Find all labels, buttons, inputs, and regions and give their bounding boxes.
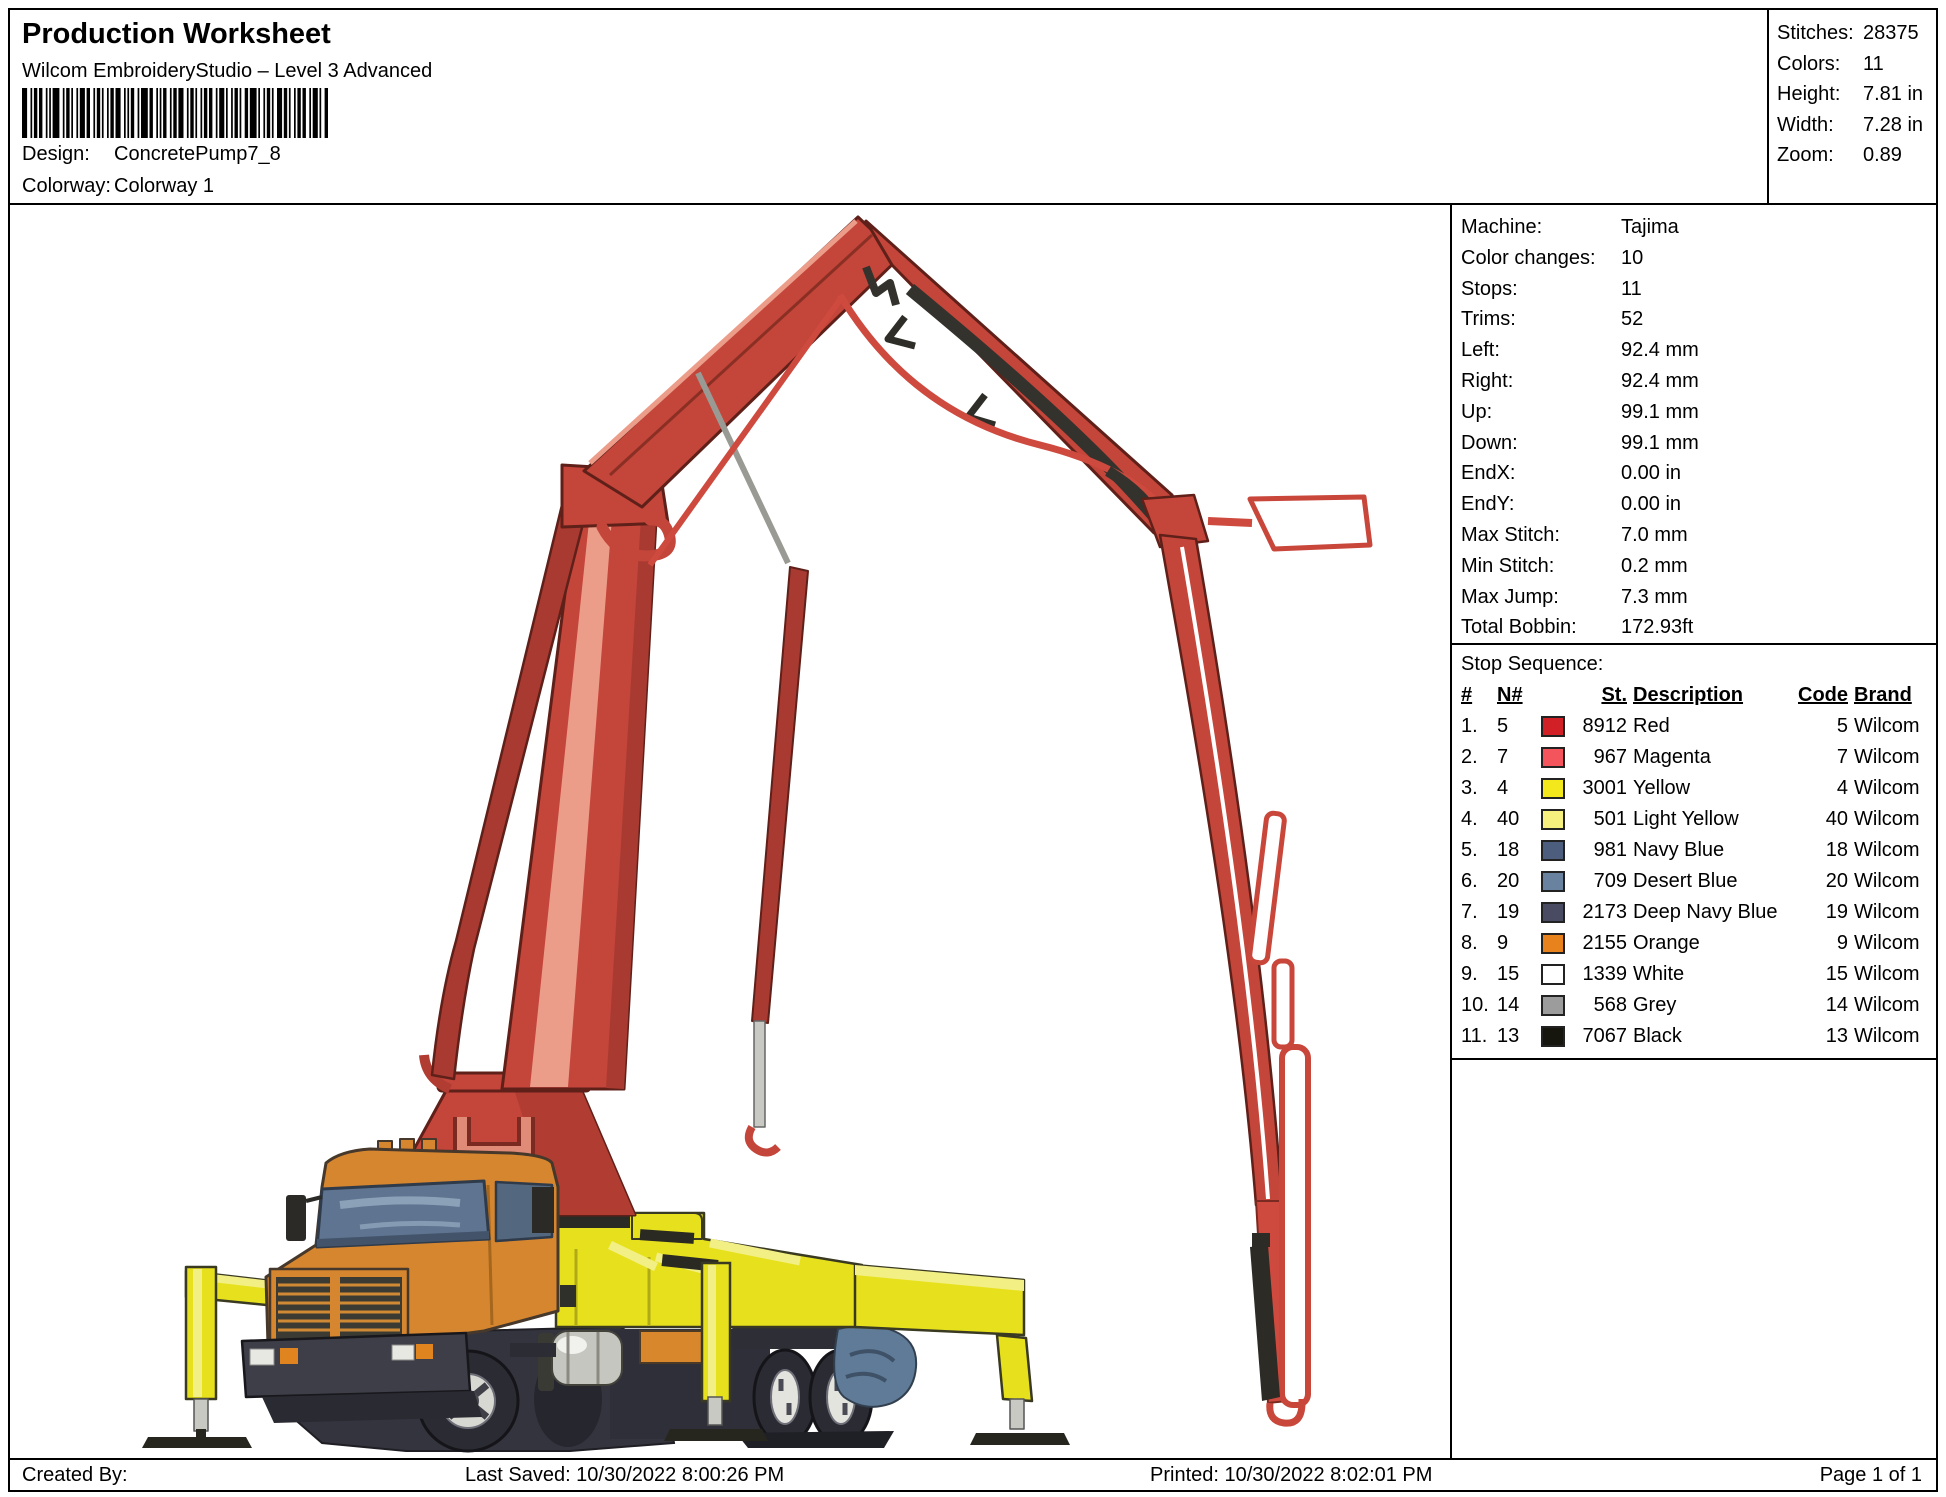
thread-color-swatch <box>1541 1026 1565 1047</box>
design-label: Design: <box>22 143 114 166</box>
stat-row: Width:7.28 in <box>1777 110 1936 141</box>
design-canvas <box>10 205 1450 1458</box>
segment2-cylinder <box>752 567 808 1023</box>
col-header-description: Description <box>1633 680 1796 711</box>
col-header-st: St. <box>1575 680 1633 711</box>
main-area: Machine:Tajima Color changes:10 Stops:11… <box>10 205 1936 1460</box>
orange-side-box <box>640 1331 702 1363</box>
machine-row: EndY:0.00 in <box>1461 489 1936 520</box>
design-stats: Stitches:28375 Colors:11 Height:7.81 in … <box>1767 10 1936 203</box>
thread-color-swatch <box>1541 995 1565 1016</box>
knuckle-bracket <box>1250 497 1370 549</box>
colorway-value: Colorway 1 <box>114 175 214 197</box>
machine-row: Trims:52 <box>1461 304 1936 335</box>
machine-row: Up:99.1 mm <box>1461 397 1936 428</box>
side-mirror <box>286 1195 306 1241</box>
machine-row: Right:92.4 mm <box>1461 366 1936 397</box>
stat-row: Colors:11 <box>1777 49 1936 80</box>
thread-color-swatch <box>1541 778 1565 799</box>
machine-row: Stops:11 <box>1461 274 1936 305</box>
boom-segment-1 <box>432 465 670 1089</box>
stop-sequence-table: # N# St. Description Code Brand 1.58912R… <box>1461 680 1930 1052</box>
stat-row: Height:7.81 in <box>1777 79 1936 110</box>
stop-sequence-title: Stop Sequence: <box>1461 649 1930 680</box>
thread-color-swatch <box>1541 716 1565 737</box>
created-by-label: Created By: <box>22 1460 128 1491</box>
stop-row-num: 7. <box>1461 897 1497 928</box>
machine-row: Total Bobbin:172.93ft <box>1461 612 1936 643</box>
stop-row-num: 4. <box>1461 804 1497 835</box>
stop-row-num: 1. <box>1461 711 1497 742</box>
colorway-row: Colorway:Colorway 1 <box>22 175 214 198</box>
machine-row: Color changes:10 <box>1461 243 1936 274</box>
stat-row: Zoom:0.89 <box>1777 140 1936 171</box>
stop-row-num: 8. <box>1461 928 1497 959</box>
thread-color-swatch <box>1541 747 1565 768</box>
machine-row: Machine:Tajima <box>1461 212 1936 243</box>
last-saved-label: Last Saved: 10/30/2022 8:00:26 PM <box>465 1460 784 1491</box>
stop-row-num: 5. <box>1461 835 1497 866</box>
thread-color-swatch <box>1541 871 1565 892</box>
production-worksheet-page: Production Worksheet Wilcom EmbroiderySt… <box>8 8 1938 1492</box>
stop-row-num: 10. <box>1461 990 1497 1021</box>
machine-row: Min Stitch:0.2 mm <box>1461 551 1936 582</box>
printed-label: Printed: 10/30/2022 8:02:01 PM <box>1150 1460 1432 1491</box>
stop-row-num: 6. <box>1461 866 1497 897</box>
col-header-brand: Brand <box>1854 680 1930 711</box>
thread-color-swatch <box>1541 902 1565 923</box>
stop-row-num: 3. <box>1461 773 1497 804</box>
header: Production Worksheet Wilcom EmbroiderySt… <box>10 10 1936 205</box>
stat-row: Stitches:28375 <box>1777 18 1936 49</box>
software-subtitle: Wilcom EmbroideryStudio – Level 3 Advanc… <box>22 60 432 83</box>
design-preview-svg <box>10 205 1450 1458</box>
machine-row: Max Stitch:7.0 mm <box>1461 520 1936 551</box>
footer: Created By: Last Saved: 10/30/2022 8:00:… <box>10 1460 1936 1492</box>
design-barcode <box>22 88 340 138</box>
page-number: Page 1 of 1 <box>1820 1460 1922 1491</box>
design-name-row: Design:ConcretePump7_8 <box>22 143 281 166</box>
machine-info: Machine:Tajima Color changes:10 Stops:11… <box>1452 205 1936 645</box>
thread-color-swatch <box>1541 964 1565 985</box>
design-value: ConcretePump7_8 <box>114 143 281 165</box>
thread-color-swatch <box>1541 809 1565 830</box>
machine-row: Left:92.4 mm <box>1461 335 1936 366</box>
colorway-label: Colorway: <box>22 175 114 198</box>
stop-row-num: 2. <box>1461 742 1497 773</box>
info-panel: Machine:Tajima Color changes:10 Stops:11… <box>1450 205 1936 1458</box>
hose-tarp-bundle <box>834 1325 916 1406</box>
col-header-n: N# <box>1497 680 1541 711</box>
air-intake <box>532 1187 554 1233</box>
turn-signal <box>280 1348 298 1364</box>
stop-sequence: Stop Sequence: # N# St. Description Code… <box>1452 645 1936 1060</box>
page-title: Production Worksheet <box>22 18 331 51</box>
front-bumper <box>242 1333 470 1397</box>
stop-row-num: 11. <box>1461 1021 1497 1052</box>
col-header-code: Code <box>1796 680 1854 711</box>
thread-color-swatch <box>1541 933 1565 954</box>
machine-row: Max Jump:7.3 mm <box>1461 582 1936 613</box>
thread-color-swatch <box>1541 840 1565 861</box>
headlight <box>250 1349 274 1365</box>
stop-row-num: 9. <box>1461 959 1497 990</box>
pipe-frame <box>1282 1047 1308 1405</box>
machine-row: Down:99.1 mm <box>1461 428 1936 459</box>
col-header-num: # <box>1461 680 1497 711</box>
machine-row: EndX:0.00 in <box>1461 458 1936 489</box>
